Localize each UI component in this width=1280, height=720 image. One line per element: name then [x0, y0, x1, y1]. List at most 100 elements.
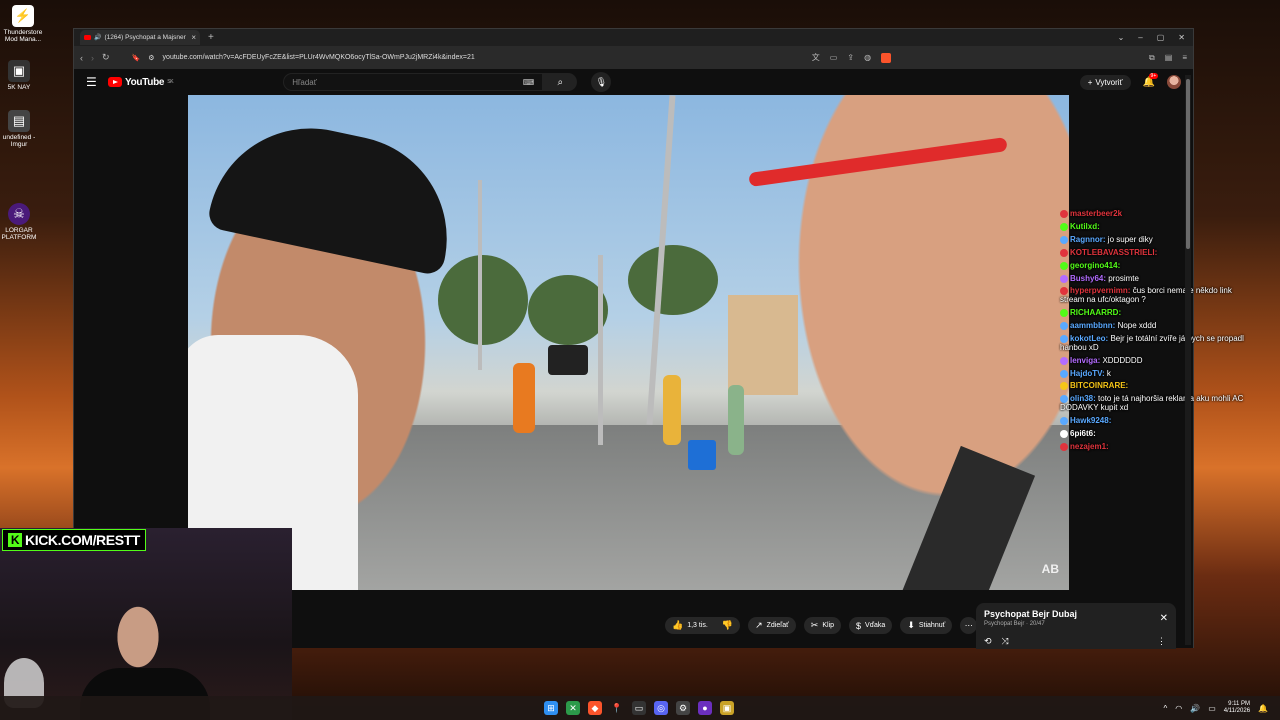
close-window-icon[interactable]: ✕ [1178, 33, 1185, 42]
notifications-button[interactable]: 🔔 9+ [1143, 72, 1159, 88]
video-tree [528, 275, 608, 345]
playlist-menu-icon[interactable]: ⋮ [1157, 636, 1166, 647]
chat-message: KOTLEBAVASSTRIELI: [1060, 247, 1250, 258]
minimize-icon[interactable]: – [1138, 33, 1142, 42]
chat-badge-icon [1060, 429, 1068, 438]
brave-browser-icon[interactable]: ◆ [588, 701, 602, 715]
scrollbar-thumb[interactable] [1186, 79, 1190, 249]
download-icon: ⬇ [907, 620, 915, 630]
chat-message: HajdoTV: k [1060, 368, 1250, 379]
tab-list-icon[interactable]: ⌄ [1118, 33, 1125, 42]
wallet-icon[interactable]: ▤ [1165, 53, 1173, 62]
page-scrollbar[interactable] [1185, 75, 1191, 645]
steam-icon[interactable]: ⚙ [676, 701, 690, 715]
desktop-icon-label: 5K NAY [7, 84, 31, 91]
notifications-center-icon[interactable]: 🔔 [1258, 704, 1268, 713]
video-player[interactable]: AB [188, 95, 1069, 590]
search-button[interactable]: ⌕ [543, 73, 578, 91]
shuffle-icon[interactable]: ⤨ [1002, 636, 1009, 647]
tab-title: (1264) Psychopat a Majsner ... [104, 34, 189, 41]
menu-icon[interactable]: ≡ [1182, 53, 1187, 62]
stream-chat-overlay: masterbeer2k Kutilxd: Ragnnor: jo super … [1060, 209, 1250, 456]
browser-tab[interactable]: 🔊 (1264) Psychopat a Majsner ... × [80, 30, 200, 45]
speaker-icon[interactable]: 🔊 [1190, 704, 1200, 713]
extensions-icon[interactable]: ⧉ [1149, 53, 1155, 63]
header-right: + Vytvoriť 🔔 9+ [1079, 72, 1181, 90]
pin-icon[interactable]: 📍 [610, 701, 624, 715]
youtube-header: ☰ YouTube SK Hľadať ⌨ ⌕ 🎙 + Vytvoriť 🔔 9… [74, 69, 1193, 95]
brave-shield-icon[interactable] [881, 52, 892, 63]
like-button[interactable]: 👍 1,3 tis. 👎 [665, 617, 741, 634]
keyboard-icon[interactable]: ⌨ [523, 78, 535, 87]
webcam-overlay [0, 528, 292, 720]
discord-icon[interactable]: ◎ [654, 701, 668, 715]
new-tab-button[interactable]: + [208, 32, 214, 43]
create-label: Vytvoriť [1095, 77, 1123, 87]
download-button[interactable]: ⬇ Stiahnuť [900, 617, 953, 634]
thanks-button[interactable]: $ Vďaka [849, 617, 893, 634]
chat-message: georgino414: [1060, 261, 1250, 271]
scissors-icon: ✂ [810, 620, 819, 630]
bookmark-icon[interactable]: 🔖 [132, 54, 141, 62]
taskbar: ⊞ ✕ ◆ 📍 ▭ ◎ ⚙ ● ▣ ^ ◠ 🔊 ▭ 9:11 PM 4/11/2… [0, 696, 1280, 720]
search-input[interactable]: Hľadať ⌨ [283, 73, 544, 91]
chat-message: Bushy64: prosimte [1060, 274, 1250, 284]
notification-badge: 9+ [1148, 72, 1159, 79]
chat-badge-icon [1060, 274, 1068, 283]
desktop-icon-lorgar[interactable]: ☠ LORGAR PLATFORM [0, 203, 41, 242]
playlist-close-icon[interactable]: ✕ [1160, 613, 1168, 624]
chat-message: masterbeer2k [1060, 209, 1250, 219]
maximize-icon[interactable]: ▢ [1157, 33, 1165, 42]
chat-message: BITCOINRARE: [1060, 382, 1250, 391]
app-icon: ▣ [8, 60, 30, 82]
tray-chevron-icon[interactable]: ^ [1164, 704, 1168, 713]
thumbs-down-icon[interactable]: 👎 [722, 620, 733, 631]
translate-icon[interactable]: 文 [812, 52, 820, 63]
forward-icon[interactable]: › [91, 53, 94, 63]
youtube-logo[interactable]: YouTube SK [108, 77, 174, 88]
reader-mode-icon[interactable]: ▭ [830, 53, 838, 62]
create-button[interactable]: + Vytvoriť [1079, 74, 1131, 90]
taskbar-apps: ⊞ ✕ ◆ 📍 ▭ ◎ ⚙ ● ▣ [544, 696, 734, 720]
desktop-icon-5k[interactable]: ▣ 5K NAY [0, 60, 41, 91]
playlist-owner[interactable]: Psychopat Bejr [984, 621, 1024, 627]
desktop-icon-imgur[interactable]: ▤ undefined - Imgur [0, 110, 41, 149]
chat-username: lenviga: [1070, 355, 1101, 365]
playlist-title[interactable]: Psychopat Bejr Dubaj [984, 609, 1168, 619]
url-field[interactable]: 🔖 ⚙ youtube.com/watch?v=AcFDEUyFcZE&list… [118, 50, 804, 66]
chat-text: k [1106, 368, 1111, 378]
avatar[interactable] [1167, 75, 1181, 89]
hamburger-menu-icon[interactable]: ☰ [86, 75, 108, 89]
clip-label: Klip [822, 622, 835, 629]
address-bar: ‹ › ↻ 🔖 ⚙ youtube.com/watch?v=AcFDEUyFcZ… [74, 46, 1193, 69]
thanks-label: Vďaka [865, 622, 886, 629]
voice-search-button[interactable]: 🎙 [591, 72, 612, 92]
loop-icon[interactable]: ⟲ [984, 636, 992, 647]
clip-button[interactable]: ✂ Klip [803, 617, 842, 634]
site-info-icon[interactable]: ⚙ [148, 54, 154, 62]
obs-icon[interactable]: ● [698, 701, 712, 715]
download-label: Stiahnuť [918, 622, 946, 629]
xbox-icon[interactable]: ✕ [566, 701, 580, 715]
extension-icon[interactable]: ◍ [864, 53, 871, 62]
more-actions-button[interactable]: ⋯ [960, 617, 978, 634]
tab-close-icon[interactable]: × [191, 33, 196, 42]
share-button[interactable]: ↗ Zdieľať [748, 617, 796, 634]
chat-text: XDDDDDD [1102, 355, 1143, 365]
battery-icon[interactable]: ▭ [1208, 704, 1216, 713]
video-person [728, 385, 744, 455]
clock[interactable]: 9:11 PM 4/11/2026 [1224, 701, 1250, 716]
back-icon[interactable]: ‹ [80, 53, 83, 63]
share-page-icon[interactable]: ⇪ [847, 53, 854, 62]
desktop-icon-thunderstore[interactable]: ⚡ Thunderstore Mod Mana... [1, 5, 45, 44]
windows-start-icon[interactable]: ⊞ [544, 701, 558, 715]
chat-badge-icon [1060, 417, 1068, 426]
browser-menu-actions: ⧉ ▤ ≡ [1149, 53, 1187, 63]
reload-icon[interactable]: ↻ [102, 52, 110, 63]
wifi-icon[interactable]: ◠ [1175, 704, 1182, 713]
playlist-position: 20/47 [1029, 621, 1045, 627]
files-icon[interactable]: ▣ [720, 701, 734, 715]
chat-username: aammbbnn: [1070, 321, 1116, 331]
chat-username: KOTLEBAVASSTRIELI: [1070, 247, 1158, 257]
terminal-icon[interactable]: ▭ [632, 701, 646, 715]
